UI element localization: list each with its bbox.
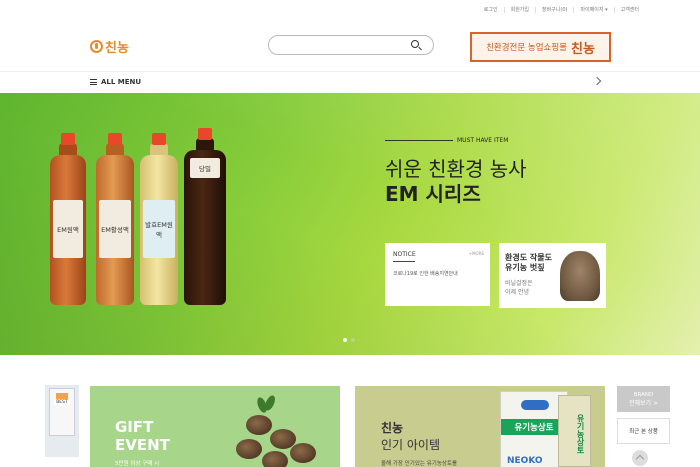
logo-text: 친농 [105,41,129,56]
bottle-em-active: EM활성액 [96,133,134,305]
seedling-pots-image [218,391,328,467]
banner-ad-brand: 친농 [570,41,595,57]
bottle-label: EM활성액 [99,200,131,258]
top-utility-bar: 로그인 회원가입 장바구니(0) 마이페이지 ▾ 고객센터 [0,0,700,20]
banner-ad-tagline: 친환경전문 농업쇼핑몰 [486,43,567,53]
chevron-right-icon[interactable] [592,76,602,86]
notice-item[interactable]: 코로나19로 인한 배송지연안내 [385,262,490,285]
popular-title: 친농 [381,421,404,435]
notice-more-link[interactable]: +MORE [469,251,484,258]
search-input[interactable] [268,35,434,55]
best-badge: BEST [54,400,70,405]
promo-heading: 환경도 작물도 유기농 벗짚 [505,253,552,272]
hero-subtitle: EM 시리즈 [385,182,481,206]
hamburger-icon[interactable] [90,79,97,85]
header-banner-ad[interactable]: 친환경전문 농업쇼핑몰 친농 [470,32,611,62]
best-product-thumb[interactable]: BEST [45,385,79,457]
brand-box[interactable]: BRAND 전체보기 > [617,386,670,412]
site-header: 친농 친환경전문 농업쇼핑몰 친농 [0,20,700,72]
popular-items-card[interactable]: 친농 인기 아이템 올해 가장 인기있는 유기농상토를 유기농상토 NEOKO … [355,386,605,467]
brand-view-all-link[interactable]: 전체보기 > [629,398,658,407]
bottle-label: 당밀 [190,158,220,178]
signup-link[interactable]: 회원가입 [505,7,536,13]
cart-link[interactable]: 장바구니(0) [536,7,575,13]
main-nav: ALL MENU [0,72,700,92]
gift-event-card[interactable]: GIFT EVENT 5만원 이상 구매 시 [90,386,340,467]
straw-pot-image [560,251,600,301]
bottle-label: 발효EM원액 [143,200,175,258]
sprout-drop-icon [90,40,103,53]
bottle-label: EM원액 [53,200,83,258]
bottle-molasses: 당밀 [184,128,226,305]
popular-subtitle: 인기 아이템 [381,438,441,452]
soil-bag-brand: NEOKO [507,456,543,466]
hero-slider[interactable]: EM원액 EM활성액 발효EM원액 당밀 MUST HAVE ITEM 쉬운 친… [0,93,700,355]
gift-event-title: GIFT EVENT [115,418,170,454]
bottle-em-stock: EM원액 [50,133,86,305]
slider-dot[interactable] [343,338,347,342]
soil-bag-2-label: 유기농상토 [576,414,585,454]
right-quick-menu: BRAND 전체보기 > 최근 본 상품 [617,386,670,467]
gift-event-caption: 5만원 이상 구매 시 [115,461,160,467]
featured-section: BEST GIFT EVENT 5만원 이상 구매 시 친농 인기 아이템 올해 … [0,355,700,467]
login-link[interactable]: 로그인 [478,7,505,13]
bottle-fermented-em: 발효EM원액 [140,133,178,305]
recently-viewed-button[interactable]: 최근 본 상품 [617,418,670,444]
all-menu-button[interactable]: ALL MENU [101,78,141,86]
hero-kicker: MUST HAVE ITEM [385,137,508,144]
site-logo[interactable]: 친농 [90,37,129,56]
notice-box: NOTICE +MORE 코로나19로 인한 배송지연안내 [385,243,490,306]
notice-title: NOTICE [393,251,416,258]
promo-card-straw[interactable]: 환경도 작물도 유기농 벗짚 비닐걸정은 이제 안녕 [499,243,606,308]
promo-caption: 비닐걸정은 이제 안녕 [505,280,533,296]
slider-dot[interactable] [351,338,355,342]
mypage-link[interactable]: 마이페이지 ▾ [574,7,615,13]
slider-pagination [343,338,355,342]
scroll-top-button[interactable] [632,450,648,466]
soil-bag-2-image: 유기농상토 [558,395,591,467]
popular-caption: 올해 가장 인기있는 유기농상토를 [381,461,458,467]
search-icon[interactable] [411,40,419,48]
customer-center-link[interactable]: 고객센터 [615,7,645,13]
product-image [49,388,75,436]
